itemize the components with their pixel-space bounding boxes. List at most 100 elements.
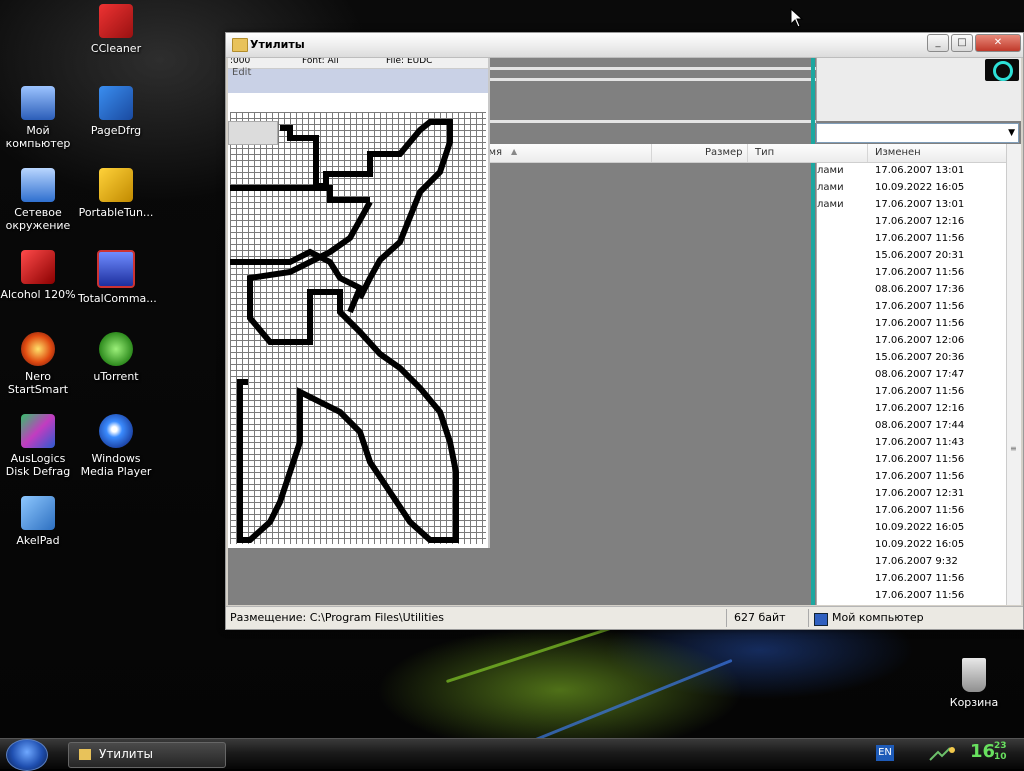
table-row[interactable]: лами 10.09.2022 16:05 — [817, 180, 1007, 197]
tray-clock[interactable]: 16 23 10 — [970, 741, 1007, 762]
editor-file: File: EUDC — [386, 58, 433, 66]
table-row[interactable]: 17.06.2007 12:16 — [817, 214, 1007, 231]
column-size[interactable]: Размер — [705, 147, 743, 158]
row-date: 17.06.2007 12:31 — [875, 488, 965, 499]
minimize-button[interactable]: _ — [927, 34, 949, 52]
window-titlebar[interactable]: Утилиты _ □ ✕ — [226, 33, 1023, 58]
desktop: CCleaner Мой компьютер PageDfrg Сетевое … — [0, 0, 1024, 738]
row-date: 17.06.2007 12:16 — [875, 216, 965, 227]
desktop-icon-portabletuner[interactable]: PortableTun... — [78, 168, 154, 219]
address-bar[interactable]: ▼ — [816, 123, 1019, 143]
table-row[interactable]: 08.06.2007 17:44 — [817, 418, 1007, 435]
toolbar-area — [816, 58, 1021, 121]
chevron-down-icon[interactable]: ▼ — [1008, 128, 1015, 138]
editor-menu[interactable]: Edit — [228, 67, 488, 93]
font-editor-panel[interactable]: :000 Font: All File: EUDC Edit — [228, 58, 490, 548]
row-date: 08.06.2007 17:36 — [875, 284, 965, 295]
glyph-grid[interactable] — [230, 112, 486, 544]
table-row[interactable]: 08.06.2007 17:47 — [817, 367, 1007, 384]
status-size: 627 байт — [734, 611, 786, 624]
row-date: 17.06.2007 13:01 — [875, 165, 965, 176]
start-button[interactable] — [6, 739, 48, 771]
ccleaner-icon — [99, 4, 133, 38]
maximize-button[interactable]: □ — [951, 34, 973, 52]
row-date: 17.06.2007 12:06 — [875, 335, 965, 346]
status-divider — [726, 609, 727, 627]
row-date: 15.06.2007 20:36 — [875, 352, 965, 363]
editor-tool-button[interactable] — [228, 121, 278, 145]
language-indicator[interactable]: EN — [876, 745, 894, 761]
window-content: ▼ Имя ▲ Размер Тип Изменен лами 17.06.200… — [228, 58, 1021, 605]
scroll-grip-icon: ≡ — [1010, 444, 1017, 453]
table-row[interactable]: 17.06.2007 11:56 — [817, 231, 1007, 248]
menu-edit[interactable]: Edit — [232, 67, 251, 78]
desktop-icon-utorrent[interactable]: uTorrent — [78, 332, 154, 383]
table-row[interactable]: 17.06.2007 11:56 — [817, 316, 1007, 333]
table-row[interactable]: 17.06.2007 12:06 — [817, 333, 1007, 350]
row-date: 17.06.2007 11:56 — [875, 301, 965, 312]
row-date: 17.06.2007 11:56 — [875, 471, 965, 482]
table-row[interactable]: 08.06.2007 17:36 — [817, 282, 1007, 299]
desktop-icon-totalcommander[interactable]: TotalComma... — [78, 250, 157, 305]
column-separator[interactable] — [867, 144, 868, 162]
table-row[interactable]: 17.06.2007 11:56 — [817, 265, 1007, 282]
column-separator[interactable] — [651, 144, 652, 162]
window-title: Утилиты — [250, 38, 305, 51]
desktop-icon-nero[interactable]: Nero StartSmart — [0, 332, 76, 396]
computer-icon — [814, 613, 828, 626]
row-type: лами — [817, 165, 844, 176]
activity-ring-icon — [985, 59, 1019, 81]
editor-code: :000 — [230, 58, 251, 66]
desktop-icon-network[interactable]: Сетевое окружение — [0, 168, 76, 232]
table-row[interactable]: 15.06.2007 20:31 — [817, 248, 1007, 265]
taskbar-item-label: Утилиты — [99, 747, 154, 761]
row-date: 15.06.2007 20:31 — [875, 250, 965, 261]
table-row[interactable]: 17.06.2007 11:56 — [817, 503, 1007, 520]
vertical-scrollbar[interactable]: ≡ — [1006, 144, 1021, 605]
desktop-icon-auslogics[interactable]: AusLogics Disk Defrag — [0, 414, 76, 478]
desktop-icon-alcohol[interactable]: Alcohol 120% — [0, 250, 76, 301]
column-type[interactable]: Тип — [755, 147, 774, 158]
desktop-icon-pagedfrg[interactable]: PageDfrg — [78, 86, 154, 137]
table-row[interactable]: лами 17.06.2007 13:01 — [817, 163, 1007, 180]
taskbar-item-utilities[interactable]: Утилиты — [68, 742, 226, 768]
desktop-icon-recycle-bin[interactable]: Корзина — [936, 658, 1012, 709]
row-type: лами — [817, 182, 844, 193]
table-row[interactable]: 17.06.2007 11:56 — [817, 571, 1007, 588]
table-row[interactable]: 10.09.2022 16:05 — [817, 537, 1007, 554]
tray-network-icon[interactable] — [928, 746, 958, 762]
table-row[interactable]: 15.06.2007 20:36 — [817, 350, 1007, 367]
table-row[interactable]: 17.06.2007 11:56 — [817, 452, 1007, 469]
table-row[interactable]: 10.09.2022 16:05 — [817, 520, 1007, 537]
icon-label: AkelPad — [16, 534, 60, 547]
table-row[interactable]: 17.06.2007 9:32 — [817, 554, 1007, 571]
table-row[interactable]: 17.06.2007 11:56 — [817, 469, 1007, 486]
table-row[interactable]: 17.06.2007 11:56 — [817, 384, 1007, 401]
column-separator[interactable] — [747, 144, 748, 162]
table-row[interactable]: 17.06.2007 11:56 — [817, 588, 1007, 605]
auslogics-icon — [21, 414, 55, 448]
status-location: Размещение: C:\Program Files\Utilities — [230, 611, 444, 624]
glyph-stroke — [230, 185, 370, 203]
desktop-icon-wmp[interactable]: Windows Media Player — [78, 414, 154, 478]
desktop-icon-akelpad[interactable]: AkelPad — [0, 496, 76, 547]
table-row[interactable]: 17.06.2007 11:56 — [817, 299, 1007, 316]
toolbar-strip — [488, 78, 816, 81]
wallpaper-streak — [527, 658, 733, 738]
desktop-icon-ccleaner[interactable]: CCleaner — [78, 4, 154, 55]
table-row[interactable]: 17.06.2007 11:43 — [817, 435, 1007, 452]
column-modified[interactable]: Изменен — [875, 147, 921, 158]
icon-label: Мой компьютер — [5, 124, 71, 150]
row-date: 10.09.2022 16:05 — [875, 182, 965, 193]
row-date: 17.06.2007 11:56 — [875, 233, 965, 244]
row-date: 17.06.2007 11:56 — [875, 267, 965, 278]
table-row[interactable]: 17.06.2007 12:31 — [817, 486, 1007, 503]
explorer-window[interactable]: Утилиты _ □ ✕ ▼ Имя ▲ Размер Тип Изменен… — [225, 32, 1024, 630]
close-button[interactable]: ✕ — [975, 34, 1021, 52]
taskbar: Утилиты EN 16 23 10 — [0, 738, 1024, 771]
table-row[interactable]: 17.06.2007 12:16 — [817, 401, 1007, 418]
table-row[interactable]: лами 17.06.2007 13:01 — [817, 197, 1007, 214]
file-list[interactable]: Имя ▲ Размер Тип Изменен лами 17.06.2007 … — [473, 144, 1021, 605]
toolbar-strip — [488, 120, 816, 123]
desktop-icon-my-computer[interactable]: Мой компьютер — [0, 86, 76, 150]
